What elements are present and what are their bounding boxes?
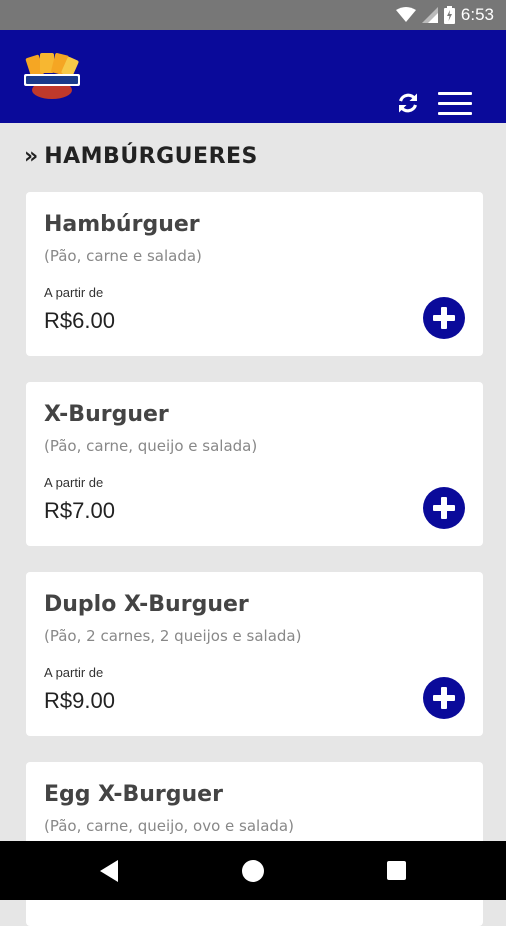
product-description: (Pão, carne, queijo e salada)	[44, 437, 258, 455]
product-description: (Pão, 2 carnes, 2 queijos e salada)	[44, 627, 302, 645]
section-heading: » HAMBÚRGUERES	[24, 144, 258, 169]
price-from-label: A partir de	[44, 475, 104, 490]
app-bar	[0, 30, 506, 123]
navigation-bar	[0, 841, 506, 900]
product-name: Egg X-Burguer	[44, 782, 223, 807]
logo-image	[24, 53, 80, 99]
product-description: (Pão, carne e salada)	[44, 247, 202, 265]
double-chevron-right-icon: »	[24, 143, 39, 169]
product-card[interactable]: Hambúrguer (Pão, carne e salada) A parti…	[26, 192, 483, 356]
battery-icon	[443, 6, 455, 24]
menu-button[interactable]	[438, 92, 472, 118]
refresh-button[interactable]	[393, 88, 423, 118]
product-card[interactable]: X-Burguer (Pão, carne, queijo e salada) …	[26, 382, 483, 546]
section-title: HAMBÚRGUERES	[44, 144, 258, 169]
product-name: Hambúrguer	[44, 212, 200, 237]
product-name: Duplo X-Burguer	[44, 592, 249, 617]
product-price: R$9.00	[44, 688, 115, 713]
product-card[interactable]: Duplo X-Burguer (Pão, 2 carnes, 2 queijo…	[26, 572, 483, 736]
price-from-label: A partir de	[44, 285, 104, 300]
price-from-label: A partir de	[44, 665, 104, 680]
product-price: R$6.00	[44, 308, 115, 333]
logo[interactable]	[22, 52, 82, 102]
status-icons: 6:53	[395, 4, 494, 26]
back-icon[interactable]	[100, 860, 118, 882]
refresh-icon	[398, 93, 418, 113]
product-price: R$7.00	[44, 498, 115, 523]
wifi-icon	[395, 7, 416, 22]
add-to-cart-button[interactable]	[423, 677, 465, 719]
recent-apps-icon[interactable]	[387, 861, 406, 880]
product-description: (Pão, carne, queijo, ovo e salada)	[44, 817, 294, 835]
add-to-cart-button[interactable]	[423, 297, 465, 339]
menu-icon	[438, 92, 472, 115]
signal-icon	[421, 7, 438, 23]
status-bar: 6:53	[0, 0, 506, 30]
status-time: 6:53	[460, 5, 494, 24]
product-name: X-Burguer	[44, 402, 169, 427]
home-icon[interactable]	[242, 860, 264, 882]
add-to-cart-button[interactable]	[423, 487, 465, 529]
